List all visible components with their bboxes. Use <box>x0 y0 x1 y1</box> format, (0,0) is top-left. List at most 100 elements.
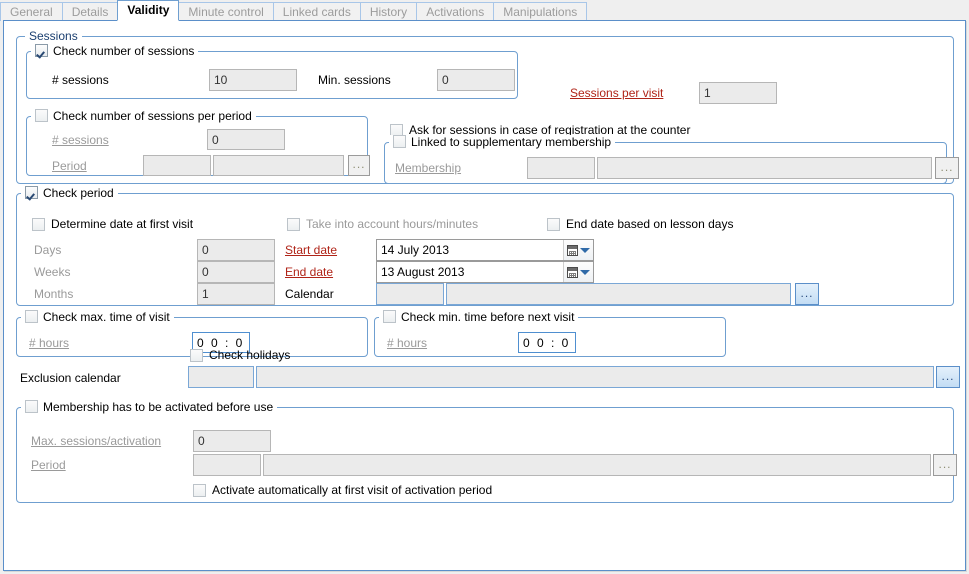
tab-validity[interactable]: Validity <box>117 0 180 21</box>
calendar-code-input[interactable] <box>376 283 444 305</box>
exclusion-calendar-code-input[interactable] <box>188 366 254 388</box>
linked-supplementary-membership-checkbox[interactable] <box>393 135 406 148</box>
check-holidays-row[interactable]: Check holidays <box>190 348 290 362</box>
take-into-account-hours-checkbox[interactable] <box>287 217 300 231</box>
check-max-time-label: Check max. time of visit <box>43 309 170 324</box>
max-sessions-activation-input[interactable]: 0 <box>193 430 271 452</box>
end-date-lesson-days-checkbox[interactable] <box>547 217 560 231</box>
determine-date-first-visit-checkbox[interactable] <box>32 217 45 231</box>
sessions-group-legend: Sessions <box>25 30 82 42</box>
start-date-dropdown-button[interactable] <box>563 240 593 260</box>
sessions-per-visit-input[interactable]: 1 <box>699 82 777 104</box>
calendar-label: Calendar <box>285 287 334 301</box>
activation-period-label: Period <box>31 458 66 472</box>
end-date-lesson-days-label: End date based on lesson days <box>566 217 734 231</box>
calendar-browse-button[interactable]: ... <box>795 283 819 305</box>
membership-label: Membership <box>395 161 462 175</box>
check-sessions-per-period-label: Check number of sessions per period <box>53 108 252 123</box>
ellipsis-icon: ... <box>938 456 952 471</box>
activate-automatically-checkbox[interactable] <box>193 483 206 497</box>
end-date-label[interactable]: End date <box>285 265 333 279</box>
check-min-time-group: Check min. time before next visit # hour… <box>374 310 726 357</box>
check-period-checkbox[interactable] <box>25 186 38 199</box>
ellipsis-icon: ... <box>352 157 366 171</box>
activation-period-code-input[interactable] <box>193 454 261 476</box>
min-sessions-input[interactable]: 0 <box>437 69 515 91</box>
membership-name-input[interactable] <box>597 157 932 179</box>
end-date-picker[interactable]: 13 August 2013 <box>376 261 594 283</box>
activate-automatically-row[interactable]: Activate automatically at first visit of… <box>193 483 492 497</box>
activation-period-name-input[interactable] <box>263 454 931 476</box>
tabstrip: General Details Validity Minute control … <box>0 0 969 21</box>
days-label: Days <box>34 243 62 257</box>
exclusion-calendar-label: Exclusion calendar <box>20 371 121 385</box>
linked-supplementary-membership-label: Linked to supplementary membership <box>411 134 612 149</box>
activation-group-legend[interactable]: Membership has to be activated before us… <box>21 400 278 413</box>
tab-history[interactable]: History <box>359 2 418 21</box>
min-time-hours-label: # hours <box>387 336 428 350</box>
check-period-legend[interactable]: Check period <box>21 186 118 199</box>
validity-settings-window: General Details Validity Minute control … <box>0 0 969 574</box>
check-number-of-sessions-checkbox[interactable] <box>35 44 48 57</box>
min-time-hours-input[interactable]: 0 0 : 0 0 <box>518 332 576 353</box>
period-sessions-input[interactable]: 0 <box>207 129 285 150</box>
activation-required-checkbox[interactable] <box>25 400 38 413</box>
check-number-of-sessions-legend[interactable]: Check number of sessions <box>31 44 199 57</box>
start-date-picker[interactable]: 14 July 2013 <box>376 239 594 261</box>
max-time-hours-label: # hours <box>29 336 70 350</box>
linked-supplementary-membership-legend[interactable]: Linked to supplementary membership <box>389 134 616 149</box>
sessions-per-visit-label[interactable]: Sessions per visit <box>570 86 663 100</box>
check-sessions-per-period-checkbox[interactable] <box>35 109 48 122</box>
start-date-label[interactable]: Start date <box>285 243 337 257</box>
months-label: Months <box>34 287 74 301</box>
check-holidays-checkbox[interactable] <box>190 348 203 362</box>
ellipsis-icon: ... <box>800 285 814 300</box>
tab-linked-cards[interactable]: Linked cards <box>272 2 361 21</box>
check-max-time-checkbox[interactable] <box>25 310 38 323</box>
check-min-time-checkbox[interactable] <box>383 310 396 323</box>
activate-automatically-label: Activate automatically at first visit of… <box>212 483 493 497</box>
membership-browse-button[interactable]: ... <box>935 157 959 179</box>
calendar-icon <box>567 266 578 278</box>
end-date-lesson-days-row[interactable]: End date based on lesson days <box>547 217 733 231</box>
weeks-input[interactable]: 0 <box>197 261 275 283</box>
check-holidays-label: Check holidays <box>209 348 291 362</box>
chevron-down-icon <box>580 247 590 253</box>
check-min-time-label: Check min. time before next visit <box>401 309 575 324</box>
determine-date-first-visit-row[interactable]: Determine date at first visit <box>32 217 193 231</box>
check-sessions-per-period-group: Check number of sessions per period # se… <box>26 109 370 176</box>
days-input[interactable]: 0 <box>197 239 275 261</box>
membership-code-input[interactable] <box>527 157 595 179</box>
check-period-label: Check period <box>43 185 114 200</box>
num-sessions-label: # sessions <box>52 73 109 87</box>
tab-activations[interactable]: Activations <box>416 2 495 21</box>
end-date-value[interactable]: 13 August 2013 <box>377 262 563 282</box>
calendar-name-input[interactable] <box>446 283 791 305</box>
calendar-icon <box>567 244 578 256</box>
tab-details[interactable]: Details <box>61 2 119 21</box>
activation-group: Membership has to be activated before us… <box>16 400 957 503</box>
take-into-account-hours-label: Take into account hours/minutes <box>306 217 479 231</box>
num-sessions-input[interactable]: 10 <box>209 69 297 91</box>
linked-supplementary-membership-group: Linked to supplementary membership Membe… <box>384 135 959 184</box>
tab-minute-control[interactable]: Minute control <box>178 2 274 21</box>
validity-panel: Sessions Check number of sessions # sess… <box>3 20 966 571</box>
end-date-dropdown-button[interactable] <box>563 262 593 282</box>
check-max-time-legend[interactable]: Check max. time of visit <box>21 310 174 323</box>
tab-general[interactable]: General <box>0 2 63 21</box>
ellipsis-icon: ... <box>941 368 955 383</box>
check-min-time-legend[interactable]: Check min. time before next visit <box>379 309 579 324</box>
exclusion-calendar-browse-button[interactable]: ... <box>936 366 960 388</box>
sessions-period-code-input[interactable] <box>143 155 211 176</box>
exclusion-calendar-name-input[interactable] <box>256 366 934 388</box>
months-input[interactable]: 1 <box>197 283 275 305</box>
sessions-period-name-input[interactable] <box>213 155 344 176</box>
start-date-value[interactable]: 14 July 2013 <box>377 240 563 260</box>
activation-period-browse-button[interactable]: ... <box>933 454 957 476</box>
check-sessions-per-period-legend[interactable]: Check number of sessions per period <box>31 109 256 122</box>
tab-manipulations[interactable]: Manipulations <box>493 2 588 21</box>
take-into-account-hours-row[interactable]: Take into account hours/minutes <box>287 217 478 231</box>
determine-date-first-visit-label: Determine date at first visit <box>51 217 194 231</box>
check-number-of-sessions-group: Check number of sessions # sessions 10 M… <box>26 44 518 99</box>
sessions-period-browse-button[interactable]: ... <box>348 155 370 176</box>
